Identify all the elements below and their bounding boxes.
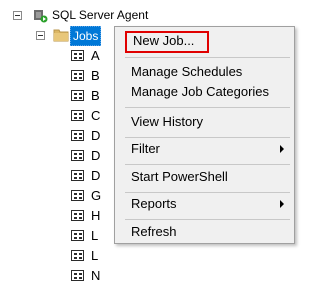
- menu-item-manage-job-categories[interactable]: Manage Job Categories: [131, 82, 269, 102]
- job-icon: [71, 50, 84, 61]
- menu-item-start-powershell[interactable]: Start PowerShell: [131, 167, 228, 187]
- job-list-item[interactable]: D: [0, 125, 110, 145]
- menu-item-view-history[interactable]: View History: [131, 112, 203, 132]
- job-list-item[interactable]: N: [0, 265, 110, 285]
- job-label: D: [91, 168, 101, 183]
- collapse-icon[interactable]: [36, 31, 45, 40]
- job-icon: [71, 110, 84, 121]
- job-label: L: [91, 248, 99, 263]
- submenu-arrow-icon: [280, 200, 284, 208]
- job-label: N: [91, 268, 101, 283]
- menu-item-manage-schedules[interactable]: Manage Schedules: [131, 62, 242, 82]
- job-list-item[interactable]: H: [0, 205, 110, 225]
- job-label: B: [91, 68, 100, 83]
- menu-item-filter[interactable]: Filter: [131, 139, 160, 159]
- job-icon: [71, 270, 84, 281]
- sql-agent-icon: [32, 7, 48, 26]
- job-label: G: [91, 188, 102, 203]
- collapse-icon[interactable]: [13, 11, 22, 20]
- job-label: A: [91, 48, 100, 63]
- job-label: H: [91, 208, 101, 223]
- job-icon: [71, 130, 84, 141]
- job-list-item[interactable]: L: [0, 225, 110, 245]
- tree-node-sql-server-agent[interactable]: SQL Server Agent: [0, 5, 200, 25]
- job-icon: [71, 70, 84, 81]
- jobs-label: Jobs: [70, 26, 102, 46]
- job-list-item[interactable]: G: [0, 185, 110, 205]
- menu-separator: [125, 57, 290, 58]
- menu-item-refresh[interactable]: Refresh: [131, 222, 177, 242]
- sql-server-agent-label: SQL Server Agent: [52, 8, 149, 22]
- menu-separator: [125, 192, 290, 193]
- job-label: L: [91, 228, 99, 243]
- context-menu: New Job... Manage Schedules Manage Job C…: [114, 26, 295, 244]
- job-icon: [71, 90, 84, 101]
- job-icon: [71, 150, 84, 161]
- menu-separator: [125, 219, 290, 220]
- job-icon: [71, 190, 84, 201]
- job-list-item[interactable]: A: [0, 45, 110, 65]
- job-list-item[interactable]: L: [0, 245, 110, 265]
- menu-separator: [125, 164, 290, 165]
- job-icon: [71, 210, 84, 221]
- job-icon: [71, 250, 84, 261]
- menu-separator: [125, 107, 290, 108]
- job-label: D: [91, 128, 101, 143]
- job-label: D: [91, 148, 101, 163]
- job-list-item[interactable]: C: [0, 105, 110, 125]
- submenu-arrow-icon: [280, 145, 284, 153]
- folder-icon: [53, 28, 69, 45]
- job-list-item[interactable]: B: [0, 65, 110, 85]
- menu-separator: [125, 137, 290, 138]
- job-label: B: [91, 88, 100, 103]
- menu-item-new-job[interactable]: New Job...: [133, 31, 194, 51]
- job-icon: [71, 170, 84, 181]
- job-icon: [71, 230, 84, 241]
- job-list-item[interactable]: B: [0, 85, 110, 105]
- job-list-item[interactable]: D: [0, 165, 110, 185]
- menu-item-reports[interactable]: Reports: [131, 194, 177, 214]
- job-label: C: [91, 108, 101, 123]
- tree-node-jobs[interactable]: Jobs: [0, 25, 110, 46]
- job-list-item[interactable]: D: [0, 145, 110, 165]
